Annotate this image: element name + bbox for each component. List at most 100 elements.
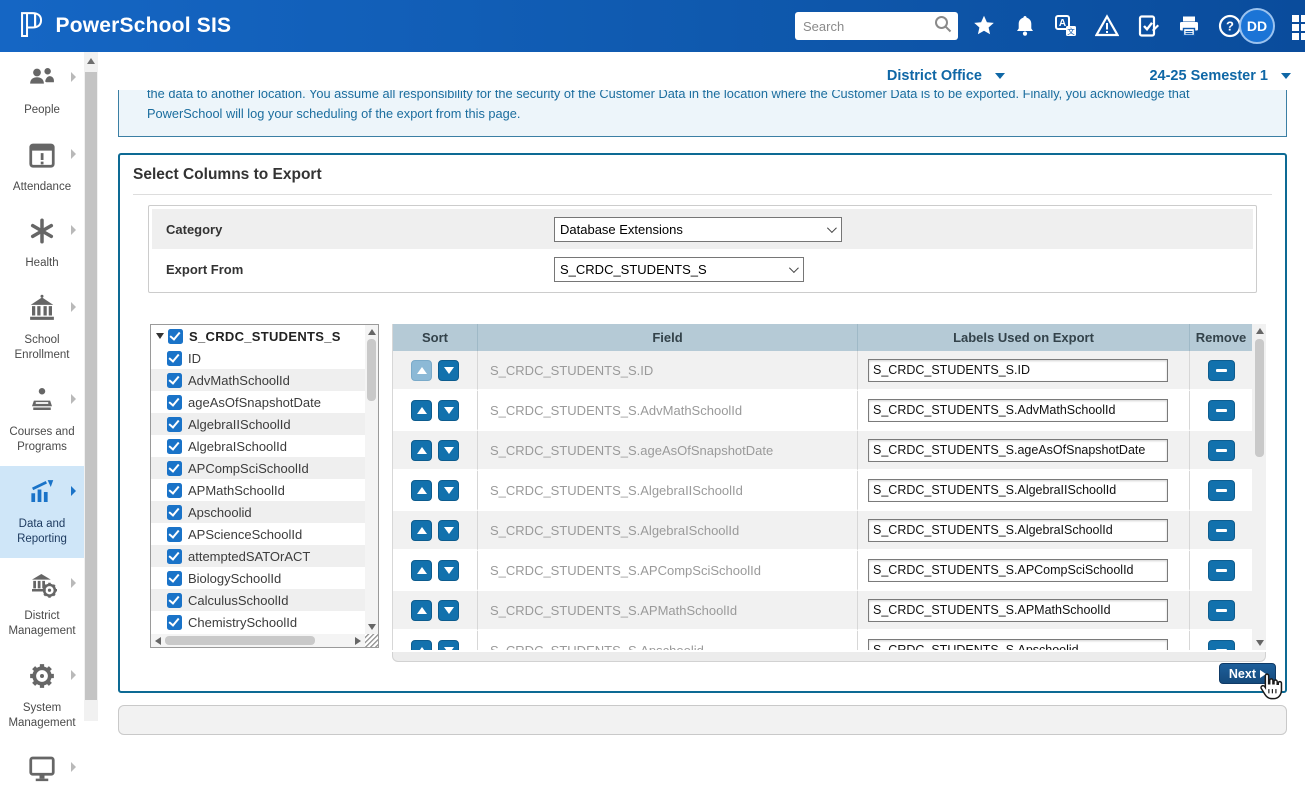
sidebar-item-district-management[interactable]: District Management: [0, 558, 84, 650]
move-down-button[interactable]: [438, 640, 459, 651]
bell-icon[interactable]: [1013, 14, 1037, 38]
remove-button[interactable]: [1208, 400, 1235, 421]
remove-button[interactable]: [1208, 520, 1235, 541]
move-down-button[interactable]: [438, 360, 459, 381]
sidebar-item-system[interactable]: [0, 742, 84, 798]
category-select[interactable]: Database Extensions: [554, 217, 842, 242]
move-up-button[interactable]: [411, 560, 432, 581]
move-down-button[interactable]: [438, 440, 459, 461]
tree-item[interactable]: AdvMathSchoolId: [151, 369, 365, 391]
scroll-right-icon[interactable]: [355, 637, 361, 645]
term-selector[interactable]: 24-25 Semester 1: [1149, 68, 1291, 84]
star-icon[interactable]: [972, 14, 996, 38]
global-search[interactable]: [795, 12, 958, 40]
scroll-up-icon[interactable]: [1256, 328, 1264, 334]
alert-icon[interactable]: [1095, 14, 1119, 38]
tree-item[interactable]: APCompSciSchoolId: [151, 457, 365, 479]
printer-icon[interactable]: [1177, 14, 1201, 38]
sidebar-item-health[interactable]: Health: [0, 205, 84, 282]
tree-item[interactable]: APMathSchoolId: [151, 479, 365, 501]
checkbox-checked-icon[interactable]: [167, 373, 182, 388]
translate-icon[interactable]: A文: [1054, 14, 1078, 38]
report-check-icon[interactable]: [1136, 14, 1160, 38]
checkbox-checked-icon[interactable]: [167, 395, 182, 410]
sidebar-item-people[interactable]: People: [0, 52, 84, 129]
scroll-left-icon[interactable]: [155, 637, 161, 645]
export-label-input[interactable]: [868, 559, 1168, 582]
move-up-button[interactable]: [411, 400, 432, 421]
page-scrollbar[interactable]: [84, 52, 98, 721]
move-down-button[interactable]: [438, 400, 459, 421]
move-down-button[interactable]: [438, 480, 459, 501]
remove-button[interactable]: [1208, 440, 1235, 461]
export-from-select[interactable]: S_CRDC_STUDENTS_S: [554, 257, 804, 282]
checkbox-checked-icon[interactable]: [167, 417, 182, 432]
tree-root-row[interactable]: S_CRDC_STUDENTS_S: [151, 325, 365, 347]
tree-item[interactable]: AlgebraISchoolId: [151, 435, 365, 457]
move-up-button[interactable]: [411, 640, 432, 651]
checkbox-checked-icon[interactable]: [167, 593, 182, 608]
remove-button[interactable]: [1208, 600, 1235, 621]
avatar[interactable]: DD: [1239, 8, 1275, 44]
tree-item[interactable]: attemptedSATOrACT: [151, 545, 365, 567]
page-scrollbar-thumb[interactable]: [85, 72, 97, 700]
export-label-input[interactable]: [868, 359, 1168, 382]
checkbox-checked-icon[interactable]: [167, 549, 182, 564]
table-vertical-scrollbar[interactable]: [1252, 324, 1266, 650]
sidebar-item-school-enrollment[interactable]: School Enrollment: [0, 282, 84, 374]
table-vscroll-thumb[interactable]: [1255, 339, 1264, 457]
tree-item[interactable]: Apschoolid: [151, 501, 365, 523]
search-icon[interactable]: [933, 14, 953, 39]
tree-hscroll-thumb[interactable]: [165, 636, 315, 645]
export-label-input[interactable]: [868, 519, 1168, 542]
remove-button[interactable]: [1208, 560, 1235, 581]
checkbox-checked-icon[interactable]: [167, 461, 182, 476]
tree-item[interactable]: ID: [151, 347, 365, 369]
app-switcher-icon[interactable]: [1292, 15, 1305, 37]
move-up-button[interactable]: [411, 600, 432, 621]
tree-item[interactable]: AlgebraIISchoolId: [151, 413, 365, 435]
sidebar-item-courses-and-programs[interactable]: Courses and Programs: [0, 374, 84, 466]
tree-item[interactable]: CalculusSchoolId: [151, 589, 365, 611]
export-label-input[interactable]: [868, 479, 1168, 502]
checkbox-checked-icon[interactable]: [167, 351, 182, 366]
checkbox-checked-icon[interactable]: [167, 505, 182, 520]
checkbox-checked-icon[interactable]: [167, 615, 182, 630]
move-down-button[interactable]: [438, 520, 459, 541]
export-label-input[interactable]: [868, 639, 1168, 651]
move-up-button[interactable]: [411, 480, 432, 501]
export-label-input[interactable]: [868, 599, 1168, 622]
scroll-up-icon[interactable]: [368, 329, 376, 335]
tree-item[interactable]: APScienceSchoolId: [151, 523, 365, 545]
move-up-button[interactable]: [411, 440, 432, 461]
tree-expander-icon[interactable]: [156, 333, 164, 339]
export-label-input[interactable]: [868, 439, 1168, 462]
move-down-button[interactable]: [438, 600, 459, 621]
move-up-button[interactable]: [411, 520, 432, 541]
scroll-up-icon[interactable]: [87, 58, 95, 64]
scroll-down-icon[interactable]: [368, 624, 376, 630]
tree-horizontal-scrollbar[interactable]: [151, 634, 365, 647]
tree-vscroll-thumb[interactable]: [367, 339, 376, 401]
sidebar-item-system-management[interactable]: System Management: [0, 650, 84, 742]
search-input[interactable]: [803, 14, 931, 38]
remove-button[interactable]: [1208, 480, 1235, 501]
tree-item[interactable]: ageAsOfSnapshotDate: [151, 391, 365, 413]
move-up-button[interactable]: [411, 360, 432, 381]
export-label-input[interactable]: [868, 399, 1168, 422]
tree-vertical-scrollbar[interactable]: [365, 325, 378, 634]
checkbox-checked-icon[interactable]: [168, 329, 183, 344]
school-selector[interactable]: District Office: [887, 68, 1005, 84]
resize-grip-icon[interactable]: [365, 634, 378, 647]
checkbox-checked-icon[interactable]: [167, 527, 182, 542]
sidebar-item-data-and-reporting[interactable]: Data and Reporting: [0, 466, 84, 558]
sidebar-item-attendance[interactable]: Attendance: [0, 129, 84, 206]
next-button[interactable]: Next: [1219, 663, 1276, 684]
tree-item[interactable]: BiologySchoolId: [151, 567, 365, 589]
tree-item[interactable]: ChemistrySchoolId: [151, 611, 365, 633]
remove-button[interactable]: [1208, 640, 1235, 651]
checkbox-checked-icon[interactable]: [167, 483, 182, 498]
scroll-down-icon[interactable]: [1256, 640, 1264, 646]
remove-button[interactable]: [1208, 360, 1235, 381]
checkbox-checked-icon[interactable]: [167, 571, 182, 586]
